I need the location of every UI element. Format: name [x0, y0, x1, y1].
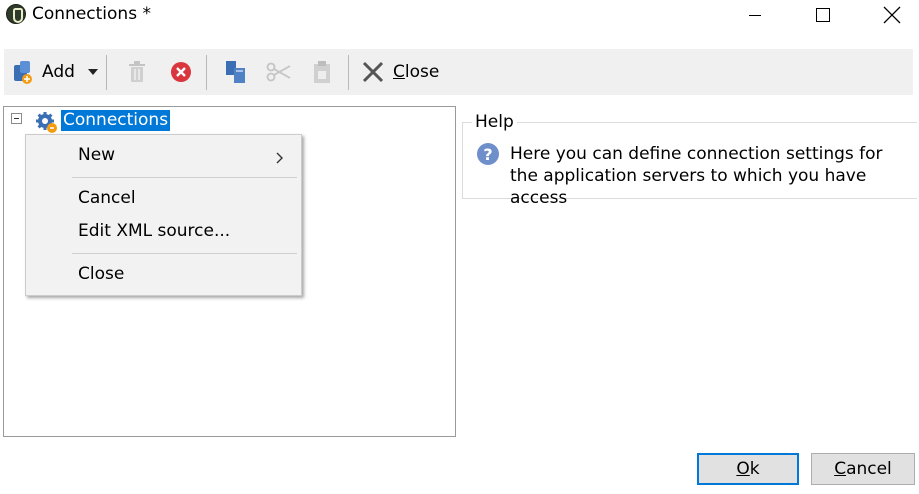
ok-label: Ok [736, 459, 760, 479]
question-circle-icon: ? [477, 143, 499, 165]
add-connection-icon [14, 61, 32, 84]
window-close-button[interactable] [869, 0, 915, 30]
add-button[interactable]: Add [12, 49, 75, 95]
title-bar: Connections * [0, 0, 919, 30]
maximize-button[interactable] [800, 0, 846, 30]
menu-item-close[interactable]: Close [78, 264, 124, 284]
window-title: Connections * [32, 4, 151, 24]
menu-item-edit-xml-source[interactable]: Edit XML source... [78, 221, 230, 241]
cancel-label: Cancel [834, 459, 892, 479]
toolbar-separator [206, 55, 207, 90]
cut-button[interactable] [266, 49, 292, 95]
copy-button[interactable] [224, 49, 248, 95]
close-label: Close [393, 62, 440, 82]
red-x-circle-icon [171, 62, 191, 82]
add-label: Add [42, 62, 75, 82]
trash-icon [129, 61, 145, 82]
tree-node-connections[interactable]: Connections [61, 110, 171, 131]
close-toolbar-button[interactable]: Close [362, 49, 439, 95]
toolbar-separator [348, 55, 349, 90]
cancel-button[interactable]: Cancel [811, 453, 915, 485]
menu-separator [72, 177, 297, 178]
chevron-down-icon [88, 69, 98, 75]
toolbar-separator [106, 55, 107, 90]
help-text: Here you can define connection settings … [510, 144, 883, 208]
clipboard-icon [314, 61, 330, 83]
chevron-right-icon [276, 149, 284, 168]
paste-button[interactable] [312, 49, 332, 95]
toolbar: Add Close [4, 49, 913, 95]
context-menu: New Cancel Edit XML source... Close [25, 134, 302, 296]
menu-item-cancel[interactable]: Cancel [78, 188, 136, 208]
maximize-icon [816, 8, 830, 22]
close-icon [883, 6, 901, 24]
menu-separator [72, 253, 297, 254]
help-title: Help [472, 112, 517, 132]
cancel-toolbar-button[interactable] [170, 49, 192, 95]
add-dropdown-button[interactable] [88, 49, 98, 95]
x-icon [362, 61, 384, 83]
connection-gear-icon [36, 112, 57, 133]
delete-button[interactable] [126, 49, 148, 95]
collapse-toggle[interactable] [11, 113, 22, 124]
minimize-button[interactable] [732, 0, 778, 30]
menu-item-new[interactable]: New [78, 145, 115, 165]
scissors-icon [266, 62, 291, 82]
copy-icon [226, 61, 245, 83]
minimize-icon [749, 14, 761, 16]
app-logo-icon [6, 4, 26, 24]
ok-button[interactable]: Ok [697, 453, 799, 485]
